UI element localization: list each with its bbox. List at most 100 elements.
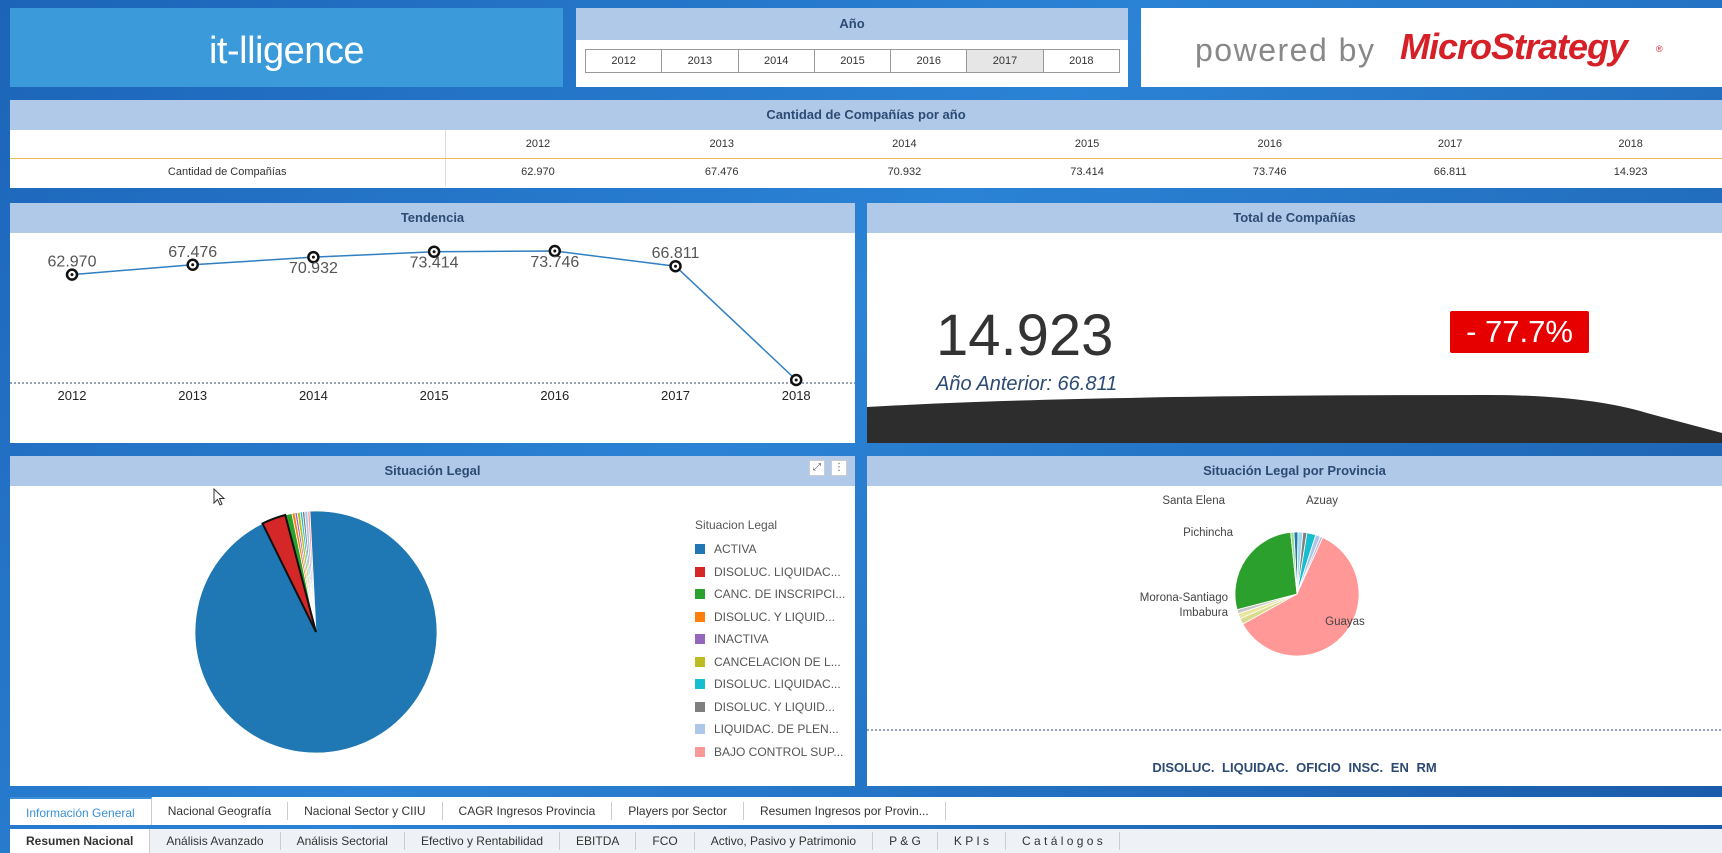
trend-chart: 62.970 67.476 70.932 73.414 73.746 66.811 2012… [10,244,855,403]
tab-ebitda[interactable]: EBITDA [560,832,637,850]
trend-point-center [311,255,315,259]
tab-cagr-ingresos-provincia[interactable]: CAGR Ingresos Provincia [443,802,613,820]
legend-swatch [695,724,705,735]
tab-c-a-t-á-l-o-g-o-s[interactable]: C a t á l o g o s [1006,832,1120,850]
trend-point-center [432,250,436,254]
legend-item[interactable]: DISOLUC. Y LIQUID... [695,606,845,629]
microstrategy-logo: MicroStrategy [1400,26,1628,67]
trend-point-center [674,264,677,268]
year-button-2016[interactable]: 2016 [891,50,968,72]
logo-panel: it-lligence [10,8,563,87]
legend-swatch [695,566,705,577]
registered-mark: ® [1656,44,1663,54]
tab-resumen-ingresos-por-provin[interactable]: Resumen Ingresos por Provin... [744,802,946,820]
legend-item[interactable]: CANCELACION DE L... [695,651,845,674]
legend-label: DISOLUC. Y LIQUID... [714,609,835,624]
legend-item[interactable]: ACTIVA [695,538,845,561]
legend-label: DISOLUC. Y LIQUID... [714,699,835,714]
legend-item[interactable]: LIQUIDAC. DE PLEN... [695,718,845,741]
legend-item[interactable]: INACTIVA [695,628,845,651]
table-row: Cantidad de Compañías 62.970 67.476 70.932 7… [10,158,1722,186]
legend-swatch [695,679,705,690]
expand-icon[interactable]: ⤢ [809,460,825,476]
trend-data-label: 62.970 [48,254,97,271]
legend-item[interactable]: DISOLUC. LIQUIDAC... [695,561,845,584]
legal-status-title: Situación Legal [10,456,855,486]
table-column-header: 2016 [1178,130,1362,159]
more-options-icon[interactable]: ⋮ [831,460,847,476]
year-button-2017[interactable]: 2017 [967,50,1044,72]
total-companies-title: Total de Compañías [867,203,1722,233]
trend-x-tick-label: 2018 [782,388,811,403]
total-value: 14.923 [936,303,1114,368]
tab-fco[interactable]: FCO [636,832,695,850]
table-column-header: 2014 [813,130,996,159]
province-pie: Santa Elena Azuay Pichincha Morona-Santiago… [867,495,1722,731]
tab-información-general[interactable]: Información General [10,797,152,825]
legend-label: DISOLUC. LIQUIDAC... [714,677,841,692]
trend-x-tick-label: 2013 [178,388,207,403]
tab-activo-pasivo-y-patrimonio[interactable]: Activo, Pasivo y Patrimonio [695,832,874,850]
year-buttons: 2012 2013 2014 2015 2016 2017 2018 [585,49,1120,73]
trend-x-tick-label: 2016 [540,388,569,403]
province-label: Santa Elena [1162,495,1225,507]
year-button-2012[interactable]: 2012 [586,50,663,72]
legend-item[interactable]: DISOLUC. Y LIQUID... [695,696,845,719]
total-sparkline-area [867,395,1722,443]
tab-players-por-sector[interactable]: Players por Sector [612,802,744,820]
year-button-2018[interactable]: 2018 [1044,50,1119,72]
province-label: Pichincha [1183,527,1233,539]
table-column-header: 2018 [1539,130,1722,159]
tab-k-p-i-s[interactable]: K P I s [938,832,1007,850]
top-tabs: Información General Nacional Geografía Nac… [10,797,1722,825]
legend-item[interactable]: CANC. DE INSCRIPCI... [695,583,845,606]
logo-text: it-lligence [208,30,365,72]
province-label: Morona-Santiago [1140,592,1228,604]
year-button-2013[interactable]: 2013 [662,50,739,72]
table-column-header: 2012 [445,130,631,159]
trend-data-label: 67.476 [168,244,217,261]
trend-point-center [553,249,557,253]
year-button-2014[interactable]: 2014 [739,50,815,72]
legal-status-panel: Situación Legal ⤢ ⋮ Situacion Legal ACTI… [10,456,855,786]
table-header-row: 2012 2013 2014 2015 2016 2017 2018 [10,130,1722,159]
legend-label: DISOLUC. LIQUIDAC... [714,564,841,579]
trend-data-label: 73.746 [530,254,579,271]
table-column-header: 2017 [1361,130,1540,159]
legend-item[interactable]: DISOLUC. LIQUIDAC... [695,673,845,696]
legal-status-legend: Situacion Legal ACTIVA DISOLUC. LIQUIDAC.… [695,518,845,763]
legend-item[interactable]: BAJO CONTROL SUP... [695,741,845,764]
year-selector: Año 2012 2013 2014 2015 2016 2017 2018 [576,8,1128,87]
table-corner-cell [10,130,446,159]
tab-nacional-sector-y-ciiu[interactable]: Nacional Sector y CIIU [288,802,443,820]
legend-swatch [695,634,705,645]
table-row-label: Cantidad de Compañías [10,158,446,186]
table-cell: 73.414 [1070,166,1104,179]
tab-resumen-nacional[interactable]: Resumen Nacional [10,829,151,853]
table-cell: 70.932 [887,166,922,179]
change-badge: - 77.7% [1450,311,1589,353]
legend-label: CANCELACION DE L... [714,654,841,669]
province-label: Guayas [1325,616,1365,628]
companies-per-year-title: Cantidad de Compañías por año [10,100,1722,130]
year-button-2015[interactable]: 2015 [815,50,892,72]
legend-swatch [695,656,705,667]
legend-label: BAJO CONTROL SUP... [714,744,844,759]
tab-efectivo-y-rentabilidad[interactable]: Efectivo y Rentabilidad [405,832,561,850]
mouse-cursor-icon [213,488,226,506]
legal-by-province-title: Situación Legal por Provincia [867,456,1722,486]
legend-swatch [695,589,705,600]
table-cell: 62.970 [521,166,555,179]
tab-análisis-sectorial[interactable]: Análisis Sectorial [281,832,405,850]
tab-análisis-avanzado[interactable]: Análisis Avanzado [150,832,281,850]
trend-point-center [794,378,798,382]
trend-x-tick-label: 2012 [58,388,87,403]
tab-p-g[interactable]: P & G [873,832,938,850]
table-cell: 73.746 [1252,166,1287,179]
legend-swatch [695,544,705,555]
legend-title: Situacion Legal [695,518,778,532]
trend-data-label: 73.414 [410,255,459,272]
companies-table: 2012 2013 2014 2015 2016 2017 2018 Cantidad de… [10,130,1722,186]
tab-nacional-geografía[interactable]: Nacional Geografía [152,802,289,820]
bottom-tabs: Resumen Nacional Análisis Avanzado Análisi… [10,829,1722,853]
